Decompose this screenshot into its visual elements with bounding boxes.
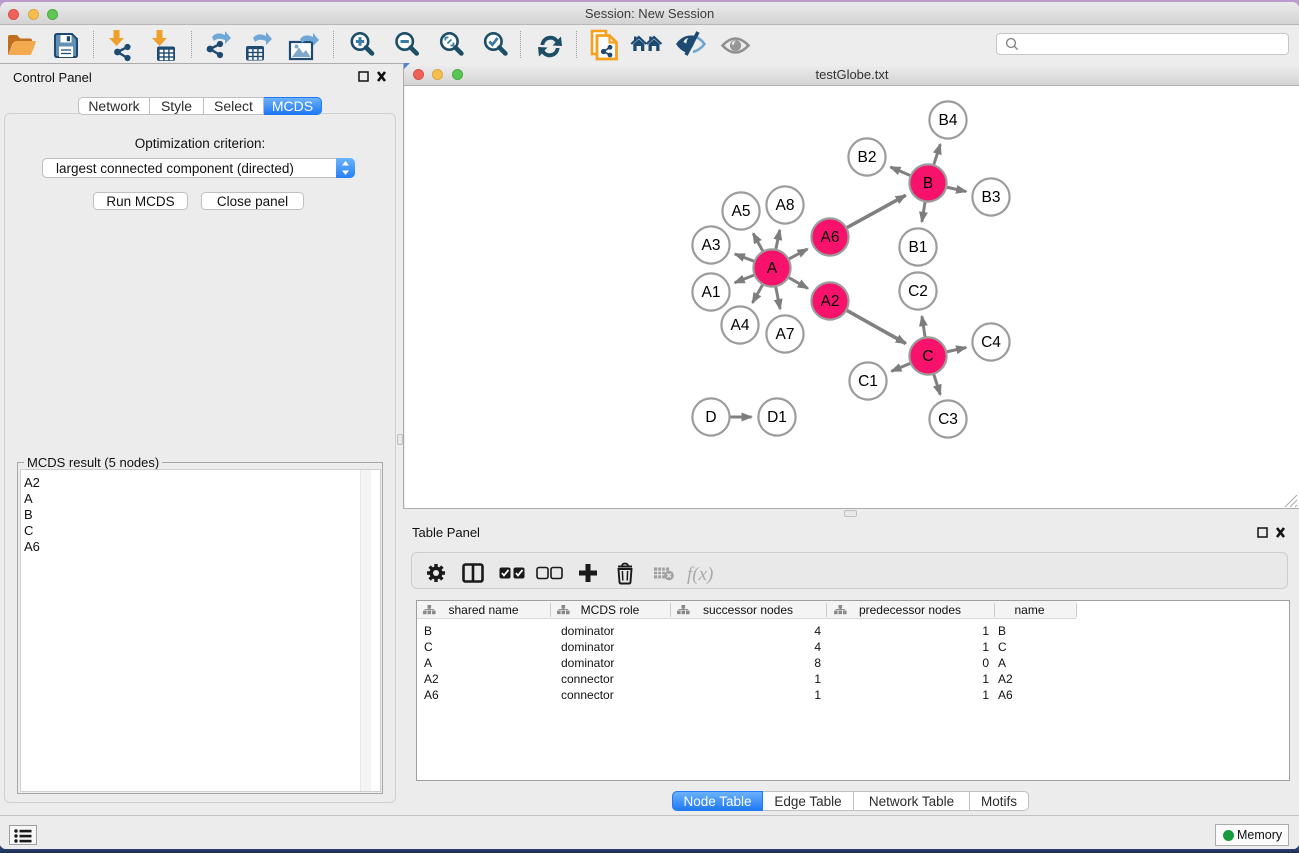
svg-text:f(x): f(x) <box>687 564 713 585</box>
svg-text:B4: B4 <box>939 112 958 129</box>
svg-text:C4: C4 <box>981 334 1001 351</box>
svg-text:A3: A3 <box>702 237 721 254</box>
svg-text:C2: C2 <box>908 283 928 300</box>
svg-text:A1: A1 <box>702 284 721 301</box>
svg-text:C1: C1 <box>858 373 878 390</box>
svg-text:A4: A4 <box>731 317 750 334</box>
svg-text:A7: A7 <box>776 326 795 343</box>
svg-text:A2: A2 <box>821 293 840 310</box>
svg-text:B3: B3 <box>982 189 1001 206</box>
svg-text:B1: B1 <box>909 239 928 256</box>
svg-text:A6: A6 <box>821 229 840 246</box>
svg-text:A: A <box>767 260 778 277</box>
svg-text:A5: A5 <box>732 203 751 220</box>
svg-text:A8: A8 <box>776 197 795 214</box>
svg-text:B2: B2 <box>858 149 877 166</box>
svg-text:D: D <box>705 409 716 426</box>
svg-text:D1: D1 <box>767 409 787 426</box>
svg-text:B: B <box>923 175 933 192</box>
svg-text:C: C <box>922 348 933 365</box>
svg-text:C3: C3 <box>938 411 958 428</box>
